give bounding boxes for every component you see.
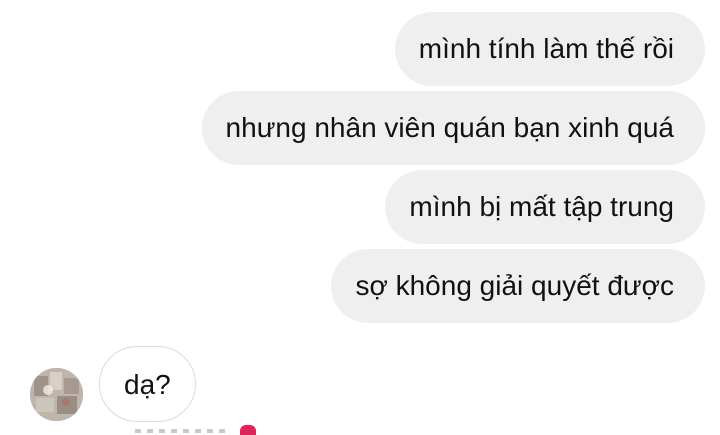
- user-avatar-icon: [30, 368, 83, 421]
- incoming-message[interactable]: dạ?: [99, 346, 196, 422]
- outgoing-message[interactable]: mình tính làm thế rồi: [394, 12, 705, 86]
- message-text: mình bị mất tập trung: [409, 191, 674, 222]
- outgoing-message[interactable]: sợ không giải quyết được: [331, 249, 705, 323]
- message-text: dạ?: [124, 369, 171, 400]
- outgoing-message[interactable]: mình bị mất tập trung: [385, 170, 705, 244]
- truncated-text: [135, 429, 225, 433]
- message-text: sợ không giải quyết được: [355, 270, 674, 301]
- message-thread: mình tính làm thế rồi nhưng nhân viên qu…: [0, 0, 720, 435]
- outgoing-message[interactable]: nhưng nhân viên quán bạn xinh quá: [201, 91, 705, 165]
- incoming-message-row: dạ?: [0, 340, 720, 432]
- message-text: nhưng nhân viên quán bạn xinh quá: [225, 112, 674, 143]
- partially-visible-row: [135, 425, 275, 435]
- message-text: mình tính làm thế rồi: [418, 33, 674, 64]
- heart-icon: [240, 425, 256, 435]
- avatar[interactable]: [30, 368, 83, 421]
